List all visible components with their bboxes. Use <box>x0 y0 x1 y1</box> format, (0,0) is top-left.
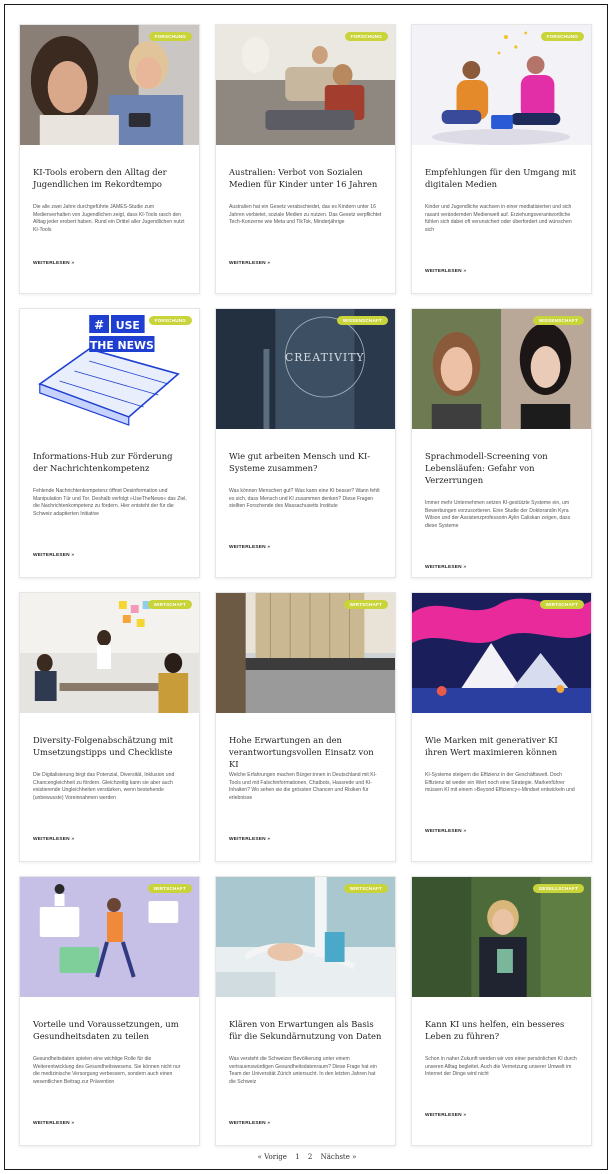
article-excerpt: Welche Erfahrungen machen Bürger:innen i… <box>229 772 377 801</box>
article-card[interactable]: Wissenschaft Sprachmodell-Screening von … <box>411 308 592 578</box>
article-excerpt: Gesundheitsdaten spielen eine wichtige R… <box>33 1056 181 1085</box>
article-excerpt: Was versteht die Schweizer Bevölkerung u… <box>229 1056 377 1085</box>
read-more-link[interactable]: WEITERLESEN » <box>33 261 74 266</box>
article-title[interactable]: Wie gut arbeiten Mensch und KI-Systeme z… <box>229 450 383 474</box>
article-card[interactable]: Wirtschaft Vorteile und Voraussetzungen,… <box>19 876 200 1146</box>
news-text-thenews: THE NEWS <box>90 339 154 352</box>
pagination-next[interactable]: Nächste » <box>321 1153 357 1161</box>
article-image[interactable]: Wissenschaft <box>412 309 591 429</box>
article-card[interactable]: Gesellschaft Kann KI uns helfen, ein bes… <box>411 876 592 1146</box>
category-badge: Forschung <box>148 32 192 41</box>
article-title[interactable]: Vorteile und Voraussetzungen, um Gesundh… <box>33 1018 187 1042</box>
article-excerpt: Was können Menschen gut? Was kann eine K… <box>229 488 380 510</box>
article-image[interactable]: Forschung <box>20 25 199 145</box>
article-card[interactable]: Wirtschaft Hohe Erwartungen an den veran… <box>215 592 396 862</box>
article-card[interactable]: Wirtschaft Wie Marken mit generativer KI… <box>411 592 592 862</box>
article-card[interactable]: # USE THE NEWS Forschung Informations-Hu… <box>19 308 200 578</box>
article-excerpt: Die alle zwei Jahre durchgeführte JAMES-… <box>33 204 185 233</box>
article-image[interactable]: Wirtschaft <box>412 593 591 713</box>
category-badge: Wirtschaft <box>147 600 192 609</box>
news-text-hash: # <box>94 318 104 332</box>
pagination-prev[interactable]: « Vorige <box>258 1153 287 1161</box>
article-title[interactable]: Sprachmodell-Screening von Lebensläufen:… <box>425 450 579 486</box>
article-excerpt: Kinder und Jugendliche wachsen in einer … <box>425 204 572 233</box>
article-card[interactable]: Forschung Empfehlungen für den Umgang mi… <box>411 24 592 294</box>
category-badge: Wissenschaft <box>532 316 584 325</box>
article-image[interactable]: Wirtschaft <box>20 593 199 713</box>
article-image[interactable]: Forschung <box>216 25 395 145</box>
article-card[interactable]: Wirtschaft Diversity-Folgenabschätzung m… <box>19 592 200 862</box>
article-title[interactable]: Klären von Erwartungen als Basis für die… <box>229 1018 383 1042</box>
article-image[interactable]: Wirtschaft <box>216 593 395 713</box>
article-title[interactable]: Informations-Hub zur Förderung der Nachr… <box>33 450 187 474</box>
category-badge: Forschung <box>344 32 388 41</box>
pagination: « Vorige 1 2 Nächste » <box>5 1153 609 1161</box>
pagination-page-2[interactable]: 2 <box>308 1153 312 1161</box>
read-more-link[interactable]: WEITERLESEN » <box>229 261 270 266</box>
article-excerpt: Australien hat ein Gesetz verabschiedet,… <box>229 204 382 226</box>
article-image[interactable]: # USE THE NEWS Forschung <box>20 309 199 429</box>
read-more-link[interactable]: WEITERLESEN » <box>33 1121 74 1126</box>
read-more-link[interactable]: WEITERLESEN » <box>229 1121 270 1126</box>
read-more-link[interactable]: WEITERLESEN » <box>33 553 74 558</box>
article-title[interactable]: Kann KI uns helfen, ein besseres Leben z… <box>425 1018 579 1042</box>
article-card[interactable]: Forschung KI-Tools erobern den Alltag de… <box>19 24 200 294</box>
category-badge: Wirtschaft <box>539 600 584 609</box>
category-badge: Wissenschaft <box>336 316 388 325</box>
read-more-link[interactable]: WEITERLESEN » <box>229 837 270 842</box>
pagination-page-1[interactable]: 1 <box>295 1153 299 1161</box>
article-grid: Forschung KI-Tools erobern den Alltag de… <box>19 24 599 1146</box>
article-title[interactable]: Hohe Erwartungen an den verantwortungsvo… <box>229 734 383 770</box>
article-excerpt: Immer mehr Unternehmen setzen KI-gestütz… <box>425 500 571 529</box>
category-badge: Forschung <box>540 32 584 41</box>
article-title[interactable]: KI-Tools erobern den Alltag der Jugendli… <box>33 166 187 190</box>
article-title[interactable]: Empfehlungen für den Umgang mit digitale… <box>425 166 579 190</box>
category-badge: Wirtschaft <box>343 600 388 609</box>
read-more-link[interactable]: WEITERLESEN » <box>425 269 466 274</box>
page-frame: Forschung KI-Tools erobern den Alltag de… <box>4 4 608 1170</box>
category-badge: Gesellschaft <box>532 884 584 893</box>
article-title[interactable]: Diversity-Folgenabschätzung mit Umsetzun… <box>33 734 187 758</box>
mural-text: CREATIVITY <box>285 351 365 364</box>
category-badge: Wirtschaft <box>343 884 388 893</box>
read-more-link[interactable]: WEITERLESEN » <box>229 545 270 550</box>
read-more-link[interactable]: WEITERLESEN » <box>425 1113 466 1118</box>
category-badge: Wirtschaft <box>147 884 192 893</box>
article-image[interactable]: Wirtschaft <box>20 877 199 997</box>
article-image[interactable]: CREATIVITY Wissenschaft <box>216 309 395 429</box>
read-more-link[interactable]: WEITERLESEN » <box>33 837 74 842</box>
read-more-link[interactable]: WEITERLESEN » <box>425 565 466 570</box>
article-excerpt: Schon in naher Zukunft werden wir von ei… <box>425 1056 577 1078</box>
article-card[interactable]: CREATIVITY Wissenschaft Wie gut arbeiten… <box>215 308 396 578</box>
article-card[interactable]: Wirtschaft Klären von Erwartungen als Ba… <box>215 876 396 1146</box>
article-title[interactable]: Australien: Verbot von Sozialen Medien f… <box>229 166 383 190</box>
article-excerpt: Die Digitalisierung birgt das Potenzial,… <box>33 772 175 801</box>
article-title[interactable]: Wie Marken mit generativer KI ihren Wert… <box>425 734 579 758</box>
news-text-use: USE <box>116 319 140 332</box>
article-image[interactable]: Wirtschaft <box>216 877 395 997</box>
article-card[interactable]: Forschung Australien: Verbot von Soziale… <box>215 24 396 294</box>
article-image[interactable]: Gesellschaft <box>412 877 591 997</box>
category-badge: Forschung <box>148 316 192 325</box>
read-more-link[interactable]: WEITERLESEN » <box>425 829 466 834</box>
article-excerpt: KI-Systeme steigern die Effizienz in der… <box>425 772 575 794</box>
article-excerpt: Fehlende Nachrichtenkompetenz öffnet Des… <box>33 488 187 517</box>
article-image[interactable]: Forschung <box>412 25 591 145</box>
